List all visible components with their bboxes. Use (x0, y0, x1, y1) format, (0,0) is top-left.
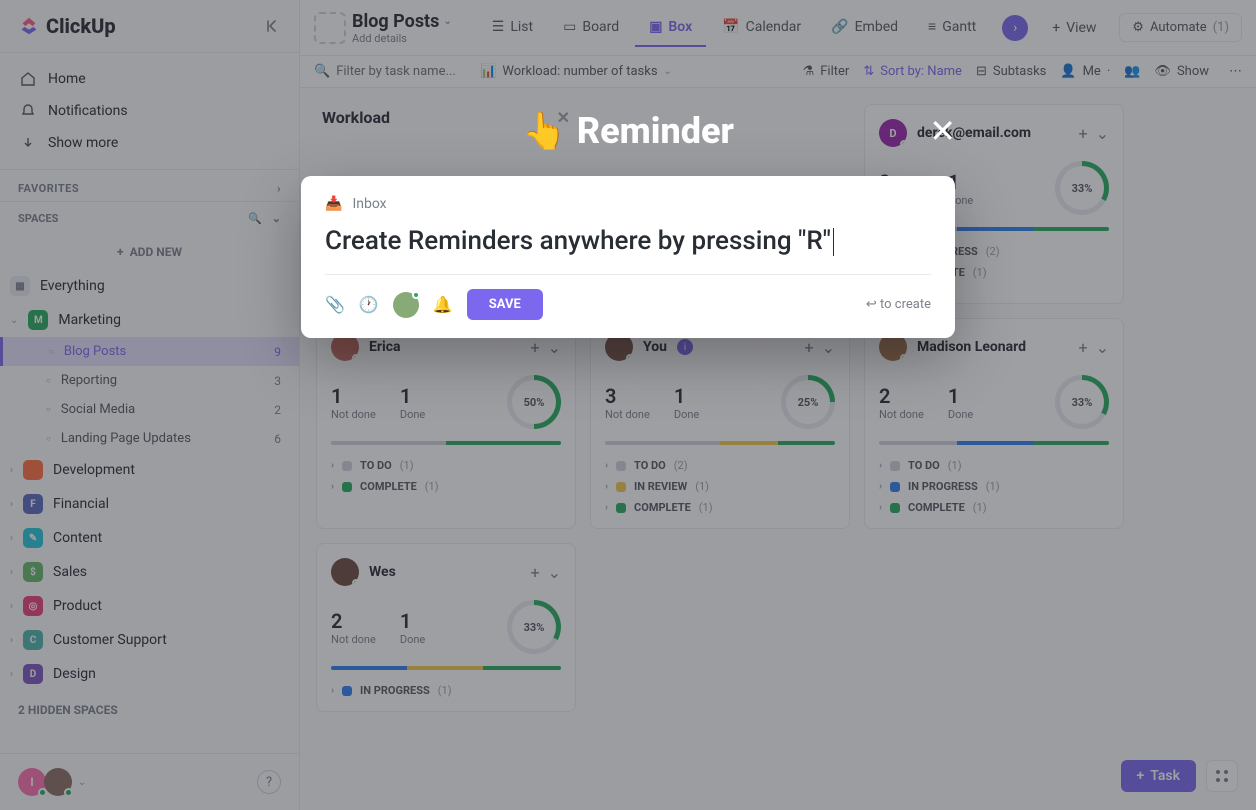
reminder-text-input[interactable]: Create Reminders anywhere by pressing "R… (325, 222, 931, 275)
reminder-modal: 📥Inbox Create Reminders anywhere by pres… (301, 176, 955, 338)
assignee-avatar[interactable] (393, 292, 419, 318)
attachment-icon[interactable]: 📎 (325, 295, 345, 314)
inbox-icon: 📥 (325, 196, 342, 212)
modal-overlay: 👆Reminder ✕ 📥Inbox Create Reminders anyw… (0, 0, 1256, 810)
save-button[interactable]: SAVE (467, 289, 543, 320)
clock-icon[interactable]: 🕐 (359, 295, 379, 314)
reminder-emoji-icon: 👆 (522, 110, 567, 152)
keyboard-hint: ↩ to create (866, 297, 931, 312)
inbox-selector[interactable]: 📥Inbox (325, 196, 931, 212)
notify-bell-icon[interactable]: 🔔 (433, 295, 453, 314)
close-icon[interactable]: ✕ (929, 112, 956, 150)
modal-title: 👆Reminder (522, 110, 734, 152)
